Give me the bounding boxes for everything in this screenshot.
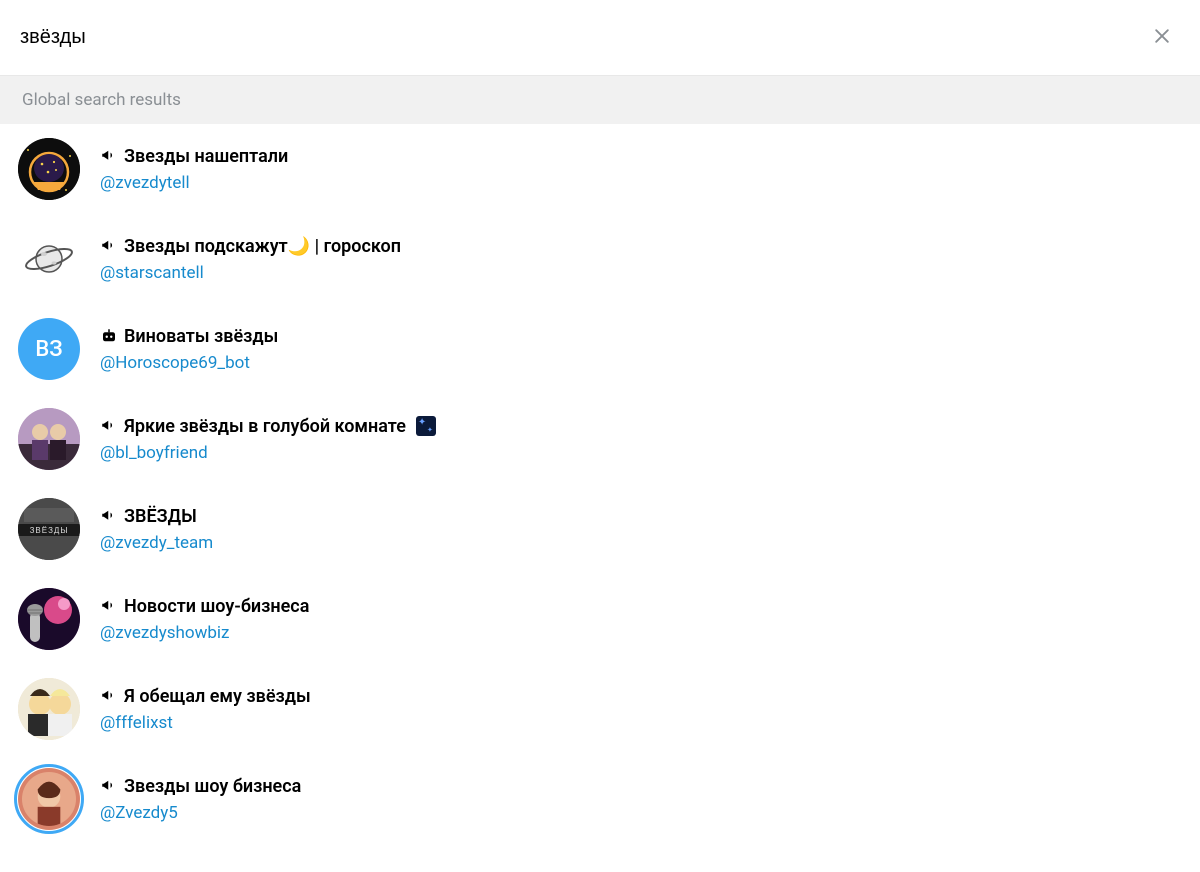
- result-title: ЗВЁЗДЫ: [124, 506, 197, 527]
- result-text: Звезды подскажут🌙 | гороскоп @starscantel…: [100, 236, 401, 283]
- section-header: Global search results: [0, 76, 1200, 124]
- clear-search-button[interactable]: [1144, 20, 1180, 56]
- result-title: Новости шоу-бизнеса: [124, 596, 309, 617]
- result-title-row: Яркие звёзды в голубой комнате: [100, 416, 436, 437]
- result-handle: @Horoscope69_bot: [100, 353, 278, 373]
- result-title: Яркие звёзды в голубой комнате: [124, 416, 406, 437]
- avatar: [18, 408, 80, 470]
- search-result-item[interactable]: Звезды шоу бизнеса @Zvezdy5: [0, 754, 1200, 844]
- result-text: Звезды шоу бизнеса @Zvezdy5: [100, 776, 301, 823]
- result-title-row: Звезды шоу бизнеса: [100, 776, 301, 797]
- result-title-row: Виноваты звёзды: [100, 326, 278, 347]
- result-text: ЗВЁЗДЫ @zvezdy_team: [100, 506, 213, 553]
- megaphone-icon: [100, 237, 118, 255]
- megaphone-icon: [100, 507, 118, 525]
- result-title: Звезды нашептали: [124, 146, 288, 167]
- avatar: [18, 138, 80, 200]
- megaphone-icon: [100, 597, 118, 615]
- result-title: Звезды шоу бизнеса: [124, 776, 301, 797]
- close-icon: [1152, 26, 1172, 50]
- result-title-row: Звезды нашептали: [100, 146, 288, 167]
- section-header-label: Global search results: [22, 90, 181, 110]
- avatar: [18, 228, 80, 290]
- result-text: Я обещал ему звёзды @fffelixst: [100, 686, 311, 733]
- result-handle: @zvezdyshowbiz: [100, 623, 309, 643]
- result-title: Звезды подскажут🌙 | гороскоп: [124, 236, 401, 257]
- avatar: [18, 768, 80, 830]
- result-handle: @starscantell: [100, 263, 401, 283]
- result-title-row: Новости шоу-бизнеса: [100, 596, 309, 617]
- result-handle: @zvezdy_team: [100, 533, 213, 553]
- result-title-row: Звезды подскажут🌙 | гороскоп: [100, 236, 401, 257]
- result-handle: @bl_boyfriend: [100, 443, 436, 463]
- search-result-item[interactable]: Я обещал ему звёзды @fffelixst: [0, 664, 1200, 754]
- result-text: Виноваты звёзды @Horoscope69_bot: [100, 326, 278, 373]
- search-result-item[interactable]: ВЗ Виноваты звёзды @Horoscope69_bot: [0, 304, 1200, 394]
- megaphone-icon: [100, 687, 118, 705]
- result-title-row: Я обещал ему звёзды: [100, 686, 311, 707]
- result-handle: @fffelixst: [100, 713, 311, 733]
- search-result-item[interactable]: Новости шоу-бизнеса @zvezdyshowbiz: [0, 574, 1200, 664]
- search-result-item[interactable]: Звезды нашептали @zvezdytell: [0, 124, 1200, 214]
- result-text: Новости шоу-бизнеса @zvezdyshowbiz: [100, 596, 309, 643]
- megaphone-icon: [100, 777, 118, 795]
- result-title: Я обещал ему звёзды: [124, 686, 311, 707]
- megaphone-icon: [100, 147, 118, 165]
- avatar: [18, 588, 80, 650]
- megaphone-icon: [100, 417, 118, 435]
- search-results-list: Звезды нашептали @zvezdytell Звезды подска…: [0, 124, 1200, 844]
- result-title: Виноваты звёзды: [124, 326, 278, 347]
- search-result-item[interactable]: Звезды подскажут🌙 | гороскоп @starscantel…: [0, 214, 1200, 304]
- search-result-item[interactable]: Яркие звёзды в голубой комнате @bl_boyfri…: [0, 394, 1200, 484]
- bot-icon: [100, 327, 118, 345]
- avatar: ВЗ: [18, 318, 80, 380]
- avatar: [18, 498, 80, 560]
- result-text: Яркие звёзды в голубой комнате @bl_boyfri…: [100, 416, 436, 463]
- result-handle: @zvezdytell: [100, 173, 288, 193]
- result-title-row: ЗВЁЗДЫ: [100, 506, 213, 527]
- sparkle-emoji: [416, 416, 436, 436]
- result-handle: @Zvezdy5: [100, 803, 301, 823]
- search-result-item[interactable]: ЗВЁЗДЫ @zvezdy_team: [0, 484, 1200, 574]
- search-bar: [0, 0, 1200, 76]
- result-text: Звезды нашептали @zvezdytell: [100, 146, 288, 193]
- avatar: [18, 678, 80, 740]
- search-input[interactable]: [20, 26, 1144, 49]
